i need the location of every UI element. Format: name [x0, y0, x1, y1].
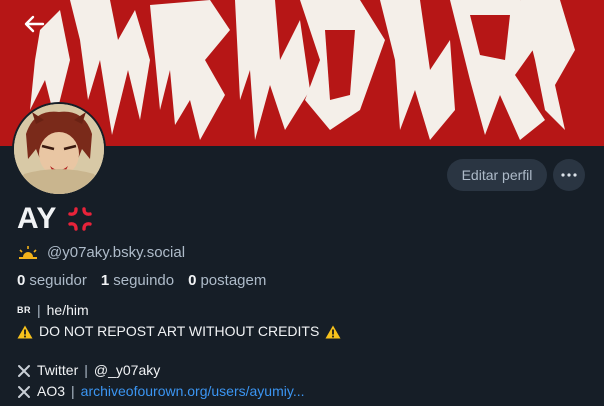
- handle-text[interactable]: @y07aky.bsky.social: [47, 244, 185, 261]
- cross-mark-icon: [18, 364, 30, 377]
- back-arrow-icon: [24, 15, 45, 33]
- more-options-button[interactable]: [553, 159, 585, 191]
- posts-stat: 0 postagem: [188, 272, 266, 289]
- edit-profile-button[interactable]: Editar perfil: [447, 159, 547, 191]
- followers-label: seguidor: [29, 272, 87, 289]
- anger-symbol-icon: [68, 207, 92, 231]
- posts-label: postagem: [200, 272, 267, 289]
- avatar[interactable]: [12, 102, 106, 196]
- separator: |: [37, 302, 41, 318]
- twitter-handle: @_y07aky: [93, 362, 161, 378]
- profile-stats: 0 seguidor 1 seguindo 0 postagem: [17, 272, 266, 289]
- bio-ao3-line: AO3 | archiveofourown.org/users/ayumiy..…: [17, 381, 341, 402]
- ao3-link[interactable]: archiveofourown.org/users/ayumiy...: [81, 381, 305, 402]
- following-stat[interactable]: 1 seguindo: [101, 272, 174, 289]
- warning-text: DO NOT REPOST ART WITHOUT CREDITS: [39, 323, 320, 339]
- handle-row: @y07aky.bsky.social: [17, 244, 185, 261]
- display-name-row: AY: [17, 202, 95, 236]
- following-label: seguindo: [113, 272, 175, 289]
- twitter-label: Twitter: [37, 362, 79, 378]
- warning-icon: [17, 325, 33, 338]
- bio-blank-line: [17, 342, 341, 360]
- followers-count: 0: [17, 272, 26, 289]
- followers-stat[interactable]: 0 seguidor: [17, 272, 87, 289]
- cross-mark-icon: [18, 385, 30, 398]
- separator: |: [84, 362, 88, 378]
- back-button[interactable]: [18, 8, 50, 40]
- separator: |: [71, 383, 75, 399]
- sun-icon: [19, 245, 37, 259]
- bio-pronouns-line: BR | he/him: [17, 300, 341, 321]
- ao3-label: AO3: [37, 383, 66, 399]
- warning-icon: [325, 325, 341, 338]
- more-icon: [561, 173, 577, 177]
- bio-warning-line: DO NOT REPOST ART WITHOUT CREDITS: [17, 321, 341, 342]
- following-count: 1: [100, 272, 110, 289]
- pronouns: he/him: [46, 302, 89, 318]
- flag-label: BR: [17, 305, 31, 315]
- posts-count: 0: [188, 272, 197, 289]
- display-name: AY: [17, 202, 57, 235]
- avatar-image: [14, 104, 104, 194]
- bio-twitter-line: Twitter | @_y07aky: [17, 360, 341, 381]
- profile-bio: BR | he/him DO NOT REPOST ART WITHOUT CR…: [17, 300, 341, 402]
